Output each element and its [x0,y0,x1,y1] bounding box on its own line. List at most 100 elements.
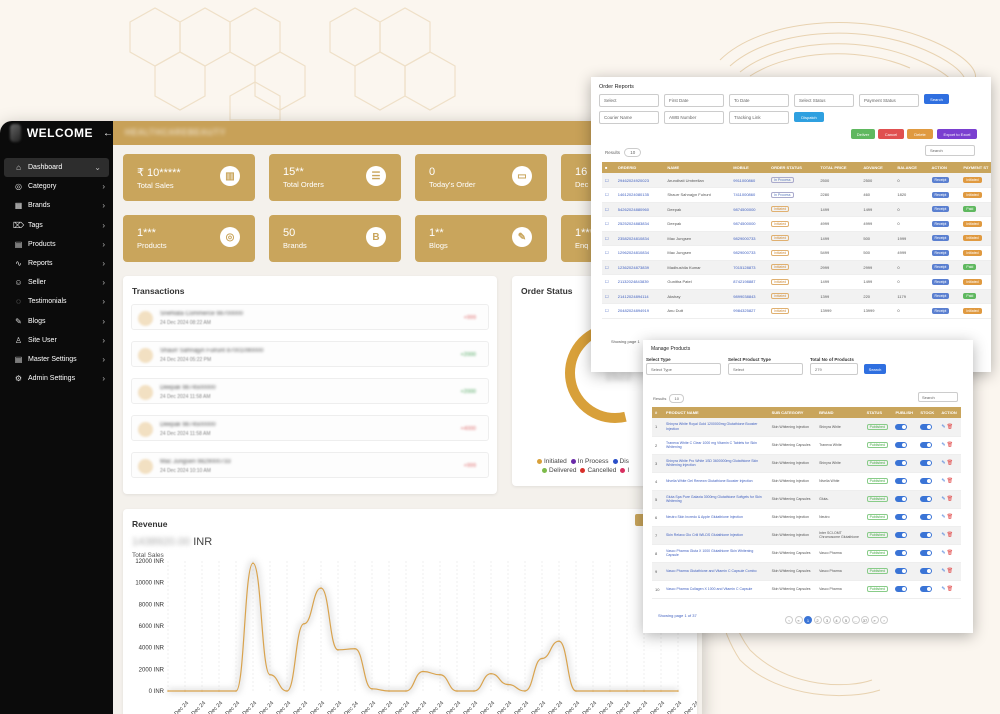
column-header[interactable]: TOTAL PRICE [817,162,861,173]
page-button[interactable]: 2 [813,616,822,624]
column-header[interactable]: SUB CATEGORY [768,407,817,418]
publish-toggle[interactable] [895,496,908,502]
page-button[interactable]: 4 [832,616,841,624]
data-point[interactable] [388,690,390,692]
table-row[interactable]: ☐ 12962024810834 Mac Jungsen 9829000733 Init… [602,245,991,261]
table-row[interactable]: ☐ 21412024894114 Akshay 9899038843 Initiated… [602,289,991,304]
stock-toggle[interactable] [920,586,933,592]
dispatch-button[interactable]: Dispatch [794,112,824,122]
delete-icon[interactable]: 🗑 [947,424,953,430]
column-header[interactable]: ORDER STATUS [767,162,818,173]
table-row[interactable]: 4 Nivelia White Gel Renewn Glutathione Bo… [652,472,961,491]
page-button[interactable]: 37 [861,616,869,624]
edit-icon[interactable]: ✎ [941,442,945,448]
sidebar-item-blogs[interactable]: ✎ Blogs › [0,312,113,331]
delete-icon[interactable]: 🗑 [947,478,953,484]
page-button[interactable]: « [794,616,803,624]
publish-toggle[interactable] [895,568,908,574]
stat-card[interactable]: 1** Blogs ✎ [415,215,547,262]
publish-toggle[interactable] [895,550,908,556]
legend-item[interactable]: Cancelled [580,467,616,474]
legend-item[interactable]: Delivered [542,467,576,474]
payment-status-select[interactable]: Payment Status [859,94,919,107]
receipt-button[interactable]: Receipt [931,177,950,183]
page-button[interactable]: 3 [823,616,831,624]
column-header[interactable]: ACTION [938,407,961,418]
receipt-button[interactable]: Receipt [931,235,950,242]
legend-item[interactable]: In Process [570,458,609,465]
sidebar-item-master-settings[interactable]: ▤ Master Settings › [0,350,113,369]
product-name[interactable]: Gluta Spa Pure Galaxia 3000mg Glutathion… [663,490,769,509]
edit-icon[interactable]: ✎ [941,496,945,502]
data-point[interactable] [456,690,458,692]
stat-card[interactable]: 0 Today's Order ▭ [415,154,547,201]
data-point[interactable] [354,647,356,650]
row-checkbox[interactable]: ☐ [602,173,615,188]
stat-card[interactable]: 15** Total Orders ☰ [269,154,401,201]
stock-toggle[interactable] [920,568,933,574]
table-row[interactable]: 5 Gluta Spa Pure Galaxia 3000mg Glutathio… [652,490,961,509]
legend-item[interactable]: Initiated [537,458,567,465]
data-point[interactable] [660,690,662,692]
table-row[interactable]: 8 Vasco Pharma Gluta X 1000 Glutathione S… [652,544,961,563]
products-search-button[interactable]: Search [864,364,886,374]
stat-card[interactable]: 1*** Products ◎ [123,215,255,262]
row-checkbox[interactable]: ☐ [602,216,615,232]
table-row[interactable]: ☐ 25252024883834 Deepak 9874500000 Initiated… [602,216,991,232]
publish-toggle[interactable] [895,423,908,430]
column-header[interactable]: BALANCE [894,162,929,173]
row-checkbox[interactable]: ☐ [602,187,615,203]
select-product-type-dropdown[interactable]: Select [728,363,803,375]
export-to-excel-button[interactable]: Export to Excel [937,129,977,139]
row-checkbox[interactable]: ☐ [602,303,615,319]
data-point[interactable] [167,690,169,692]
table-row[interactable]: ☐ 14612024080135 Shaurr Sahnajyn Fulrunt 74… [602,187,991,203]
stat-card[interactable]: ₹ 10***** Total Sales ▥ [123,154,255,201]
legend-item[interactable]: I [620,467,629,474]
data-point[interactable] [201,690,203,692]
column-header[interactable]: PAYMENT ST [960,162,991,173]
data-point[interactable] [524,690,526,692]
stock-toggle[interactable] [920,442,933,448]
data-point[interactable] [609,690,611,692]
product-name[interactable]: Neutro Skin Incredo & Apple Glutathione … [663,508,769,527]
sidebar-item-admin-settings[interactable]: ⚙ Admin Settings › [0,369,113,388]
stock-toggle[interactable] [920,460,933,466]
table-row[interactable]: ☐ 29462024920023 Arundhati Umbrellan 991100… [602,173,991,188]
delete-icon[interactable]: 🗑 [947,550,953,556]
product-name[interactable]: Vasco Pharma Gluta X 1000 Glutathione Sk… [663,544,769,563]
delete-icon[interactable]: 🗑 [947,460,953,466]
data-point[interactable] [626,690,628,692]
edit-icon[interactable]: ✎ [941,460,945,466]
order-search-input[interactable]: Search [925,145,975,156]
data-point[interactable] [490,672,492,675]
transaction-item[interactable]: Shaurr Sahnajyn Fulrunt 87001090000 24 De… [131,341,489,367]
stock-toggle[interactable] [920,550,933,556]
awb-input[interactable]: AWB Number [664,111,724,124]
delete-icon[interactable]: 🗑 [947,586,953,592]
page-button[interactable]: 5 [842,616,850,624]
transaction-item[interactable]: Snehlata Commerce 98700000 24 Dec 2024 08… [131,304,489,330]
receipt-button[interactable]: Receipt [931,307,950,314]
edit-icon[interactable]: ✎ [941,478,945,484]
row-checkbox[interactable]: ☐ [602,231,615,246]
product-name[interactable]: Skin Relaxo Glo Crili WILDS Glutathione … [663,526,769,545]
receipt-button[interactable]: Receipt [931,220,950,227]
table-row[interactable]: ☐ 20482024894919 Anu Dutt 9984325827 Initiat… [602,303,991,319]
column-header[interactable]: NAME [664,162,731,173]
select-dropdown[interactable]: Select [599,94,659,107]
data-point[interactable] [541,657,543,660]
sidebar-item-tags[interactable]: ⌦ Tags › [0,216,113,235]
select-type-dropdown[interactable]: Select Type [646,363,721,375]
data-point[interactable] [592,690,594,692]
data-point[interactable] [507,683,509,686]
delete-icon[interactable]: 🗑 [947,442,953,448]
deliver-button[interactable]: Deliver [851,129,875,139]
row-checkbox[interactable]: ☐ [602,289,615,304]
from-date-input[interactable]: First Date [664,94,724,107]
data-point[interactable] [320,587,322,589]
column-header[interactable]: BRAND [816,407,864,418]
delete-icon[interactable]: 🗑 [947,568,953,574]
product-name[interactable]: Vasco Pharma Glutathione and Vitamin C C… [663,562,769,581]
edit-icon[interactable]: ✎ [941,568,945,574]
